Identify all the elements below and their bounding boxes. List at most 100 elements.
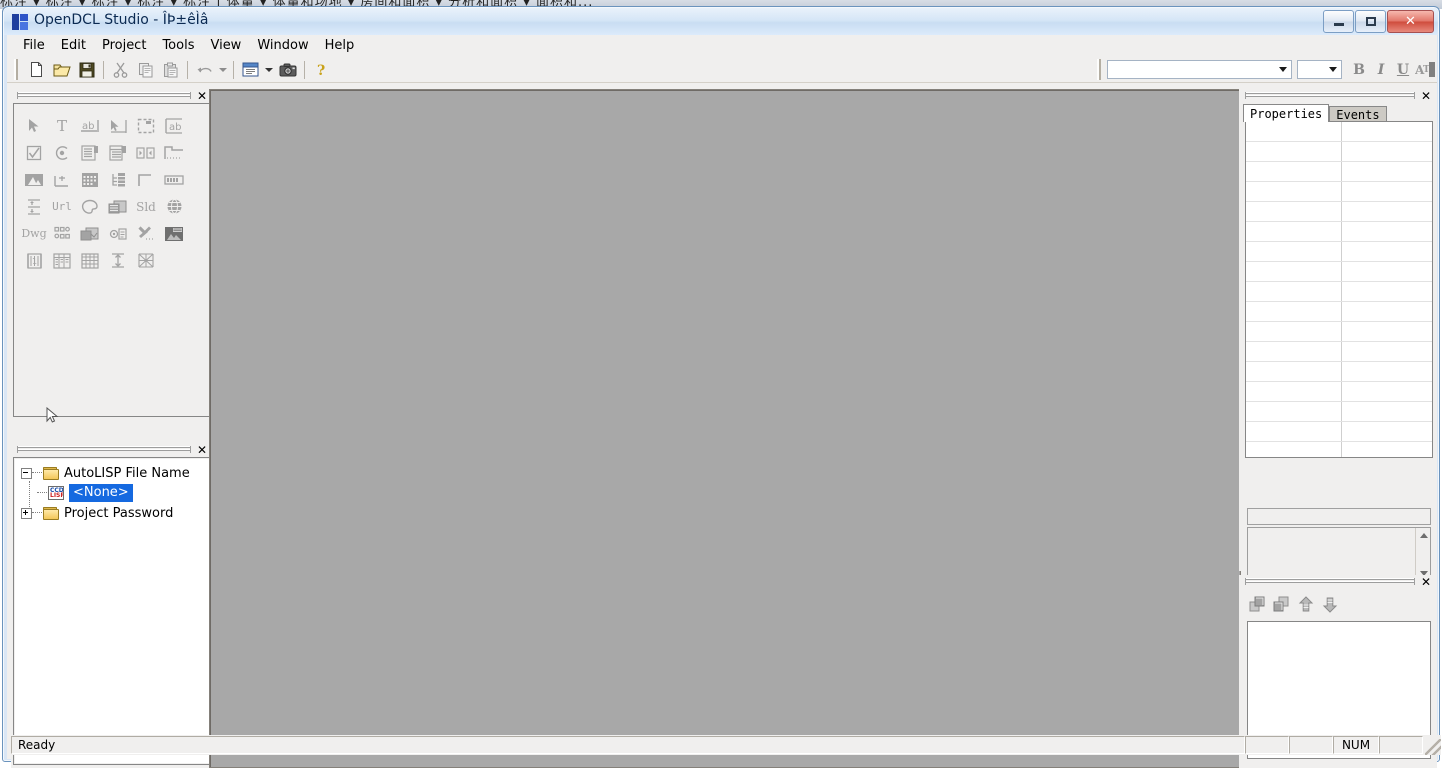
edit-box-tool[interactable]: ab [160, 112, 188, 139]
block-list-tool[interactable] [48, 220, 76, 247]
property-value-editor[interactable] [1247, 508, 1431, 525]
maximize-button[interactable] [1355, 10, 1386, 33]
angle-control-tool[interactable] [48, 166, 76, 193]
mesh-tool[interactable] [132, 247, 160, 274]
listbox-tool[interactable] [76, 139, 104, 166]
property-row[interactable] [1246, 342, 1432, 362]
bring-to-front-button[interactable] [1247, 593, 1269, 615]
copy-button[interactable] [134, 59, 157, 81]
property-row[interactable] [1246, 282, 1432, 302]
project-close-button[interactable]: ✕ [195, 443, 209, 457]
label-text-tool[interactable]: T [48, 112, 76, 139]
font-name-combo[interactable] [1107, 60, 1292, 79]
tools-tool[interactable] [132, 220, 160, 247]
property-row[interactable] [1246, 442, 1432, 457]
mdi-client-area[interactable] [209, 89, 1241, 768]
property-row[interactable] [1246, 322, 1432, 342]
new-form-dropdown-arrow[interactable] [263, 59, 275, 81]
property-row[interactable] [1246, 122, 1432, 142]
property-row[interactable] [1246, 182, 1432, 202]
textbox-tool[interactable]: ab [76, 112, 104, 139]
property-row[interactable] [1246, 202, 1432, 222]
property-row[interactable] [1246, 402, 1432, 422]
dwg-control-tool[interactable]: Dwg [20, 220, 48, 247]
button-tool[interactable] [104, 112, 132, 139]
font-size-combo[interactable] [1297, 60, 1342, 79]
menu-item-project[interactable]: Project [94, 36, 154, 55]
dimension-tool[interactable]: 1 [20, 247, 48, 274]
ole-control-tool[interactable] [104, 220, 132, 247]
properties-panel-caption[interactable]: ✕ [1239, 89, 1437, 103]
toolbox-drag-handle[interactable] [17, 92, 191, 99]
save-button[interactable] [75, 59, 98, 81]
tree-expander-plus-icon[interactable] [21, 507, 32, 519]
property-row[interactable] [1246, 222, 1432, 242]
resize-grip[interactable] [1425, 739, 1441, 755]
spacing-tool[interactable] [104, 247, 132, 274]
menu-item-tools[interactable]: Tools [154, 36, 202, 55]
property-row[interactable] [1246, 162, 1432, 182]
spinner-tool[interactable] [132, 139, 160, 166]
listview-tool[interactable] [104, 139, 132, 166]
property-row[interactable] [1246, 142, 1432, 162]
grid-control-tool[interactable] [76, 166, 104, 193]
properties-drag-handle[interactable] [1245, 92, 1415, 99]
bold-button[interactable]: B [1348, 59, 1370, 80]
picture-tool[interactable] [160, 220, 188, 247]
property-row[interactable] [1246, 362, 1432, 382]
screenshot-button[interactable] [276, 59, 299, 81]
color-picker-tool[interactable] [76, 193, 104, 220]
toolbox-close-button[interactable]: ✕ [195, 89, 209, 103]
tree-expander-minus-icon[interactable] [21, 467, 32, 479]
toolbox-panel-caption[interactable]: ✕ [11, 89, 213, 103]
standard-toolbar-gripper[interactable] [14, 59, 20, 80]
layout-drag-handle[interactable] [1245, 578, 1415, 585]
new-form-button[interactable] [239, 59, 262, 81]
move-up-button[interactable] [1295, 593, 1317, 615]
frame-tool[interactable] [132, 166, 160, 193]
tree-node-autolisp-file-name[interactable]: AutoLISP File Name [15, 463, 209, 483]
select-pointer-tool[interactable] [20, 112, 48, 139]
chevron-down-icon[interactable] [1325, 62, 1340, 77]
layout-panel-caption[interactable]: ✕ [1239, 575, 1437, 589]
radio-button-tool[interactable] [48, 139, 76, 166]
undo-button[interactable] [193, 59, 216, 81]
checkbox-tool[interactable] [20, 139, 48, 166]
property-row[interactable] [1246, 262, 1432, 282]
font-color-button[interactable]: A T [1414, 59, 1436, 80]
property-description-scrollbar[interactable] [1415, 528, 1430, 581]
menu-item-window[interactable]: Window [249, 36, 316, 55]
minimize-button[interactable] [1323, 10, 1354, 33]
hatch-tool[interactable] [76, 220, 104, 247]
property-grid[interactable] [1245, 121, 1433, 458]
property-row[interactable] [1246, 422, 1432, 442]
web-browser-tool[interactable] [160, 193, 188, 220]
slide-control-tool[interactable]: Sld [132, 193, 160, 220]
project-tree[interactable]: AutoLISP File Name CCD LISP <None> Proje… [15, 459, 209, 763]
open-button[interactable] [50, 59, 73, 81]
scroll-up-arrow[interactable] [1416, 528, 1431, 543]
table-tool[interactable] [76, 247, 104, 274]
chevron-down-icon[interactable] [1275, 62, 1290, 77]
menu-item-help[interactable]: Help [317, 36, 363, 55]
italic-button[interactable]: I [1370, 59, 1392, 80]
paste-button[interactable] [159, 59, 182, 81]
report-tool[interactable] [48, 247, 76, 274]
tab-events[interactable]: Events [1329, 106, 1387, 122]
menu-item-edit[interactable]: Edit [53, 36, 94, 55]
tree-control-tool[interactable] [104, 166, 132, 193]
tree-node-project-password[interactable]: Project Password [15, 503, 209, 523]
url-control-tool[interactable]: Url [48, 193, 76, 220]
property-row[interactable] [1246, 242, 1432, 262]
underline-button[interactable]: U [1392, 59, 1414, 80]
align-tool[interactable] [20, 193, 48, 220]
undo-dropdown-arrow[interactable] [217, 59, 229, 81]
send-to-back-button[interactable] [1271, 593, 1293, 615]
pattern-tool[interactable] [104, 193, 132, 220]
properties-close-button[interactable]: ✕ [1419, 89, 1433, 103]
image-control-tool[interactable] [20, 166, 48, 193]
layout-close-button[interactable]: ✕ [1419, 575, 1433, 589]
progressbar-tool[interactable] [160, 166, 188, 193]
tree-node-none[interactable]: CCD LISP <None> [15, 483, 209, 503]
move-down-button[interactable] [1319, 593, 1341, 615]
